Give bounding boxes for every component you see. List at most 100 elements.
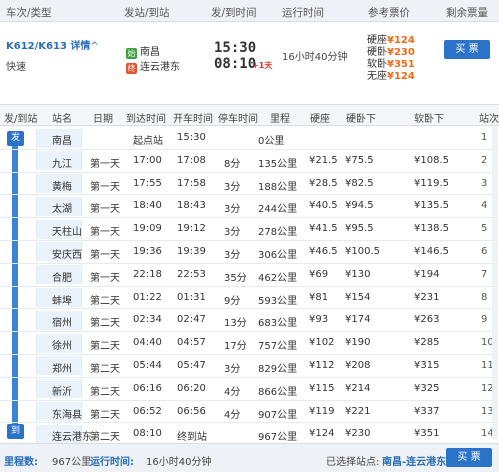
table-row[interactable]: 黄梅 第一天 17:55 17:58 3分 188公里 ¥28.5 ¥82.5 ¥119.5 3	[0, 173, 499, 196]
station-name[interactable]: 徐州	[52, 337, 72, 352]
soft-sleeper-price: ¥194	[414, 268, 440, 280]
table-row[interactable]: 宿州 第二天 02:34 02:47 13分 683公里 ¥93 ¥174 ¥263 9	[0, 309, 499, 333]
station-name[interactable]: 合肥	[52, 269, 72, 284]
distance: 866公里	[258, 386, 298, 398]
hard-seat-price: ¥28.5	[309, 177, 338, 189]
chevron-up-icon[interactable]: ^	[90, 41, 98, 52]
arrive-time: 05:44	[133, 359, 162, 371]
train-type: 快速	[6, 62, 26, 73]
arrive-time: 01:22	[133, 291, 162, 303]
arrive-time: 22:18	[133, 268, 162, 280]
station-name[interactable]: 安庆西	[52, 246, 82, 261]
stop-seq: 8	[481, 291, 488, 303]
train-number[interactable]: K612/K613 详情^	[6, 37, 99, 52]
hard-sleeper-price: ¥95.5	[345, 223, 374, 235]
distance: 907公里	[258, 409, 298, 421]
col-distance: 里程	[270, 114, 290, 125]
train-number-link[interactable]: K612/K613	[6, 41, 67, 52]
time-label: 运行时间:	[90, 457, 134, 468]
table-row[interactable]: 郑州 第二天 05:44 05:47 3分 829公里 ¥112 ¥208 ¥315 11	[0, 355, 499, 378]
table-row[interactable]: 东海县 第二天 06:52 06:56 4分 907公里 ¥119 ¥221 ¥337 13	[0, 401, 499, 424]
depart-time: 06:20	[177, 382, 206, 394]
station-name[interactable]: 黄梅	[52, 178, 72, 193]
soft-sleeper-price: ¥337	[414, 405, 440, 417]
col-station-name: 站名	[52, 114, 72, 125]
origin-station-name: 南昌	[140, 47, 160, 58]
soft-sleeper-price: ¥263	[414, 314, 440, 326]
depart-time: 17:58	[177, 177, 206, 189]
buy-ticket-button[interactable]: 买 票	[444, 40, 490, 59]
hard-seat-price: ¥112	[309, 359, 335, 371]
soft-sleeper-price: ¥146.5	[414, 245, 449, 257]
station-name[interactable]: 东海县	[52, 406, 82, 421]
col-ref-fare: 参考票价	[368, 7, 410, 19]
station-name[interactable]: 新沂	[52, 383, 72, 398]
soft-sleeper-price: ¥108.5	[414, 154, 449, 166]
table-row[interactable]: 南昌 起点站 15:30 0公里 1	[0, 127, 499, 150]
station-name[interactable]: 南昌	[52, 132, 72, 147]
table-row[interactable]: 九江 第一天 17:00 17:08 8分 135公里 ¥21.5 ¥75.5 ¥108.5 2	[0, 150, 499, 173]
table-row[interactable]: 太湖 第一天 18:40 18:43 3分 244公里 ¥40.5 ¥94.5 ¥135.5 4	[0, 195, 499, 219]
table-row[interactable]: 徐州 第二天 04:40 04:57 17分 757公里 ¥102 ¥190 ¥285 10	[0, 332, 499, 355]
arrive-time: 04:40	[133, 337, 162, 349]
hard-seat-price: ¥69	[309, 268, 329, 280]
fare-no-seat: 无座¥124	[367, 67, 415, 82]
hard-seat-price: ¥119	[309, 405, 335, 417]
hard-seat-price: ¥21.5	[309, 154, 338, 166]
table-row[interactable]: 新沂 第二天 06:16 06:20 4分 866公里 ¥115 ¥214 ¥325 12	[0, 378, 499, 401]
table-row[interactable]: 合肥 第一天 22:18 22:53 35分 462公里 ¥69 ¥130 ¥194 7	[0, 264, 499, 287]
scrollbar[interactable]	[492, 127, 498, 439]
hard-seat-price: ¥41.5	[309, 223, 338, 235]
col-from-to: 发站/到站	[124, 7, 170, 19]
stop-seq: 5	[481, 223, 488, 235]
depart-time: 22:53	[177, 268, 206, 280]
table-row[interactable]: 天柱山 第一天 19:09 19:12 3分 278公里 ¥41.5 ¥95.5 ¥138.5 5	[0, 218, 499, 241]
station-name[interactable]: 郑州	[52, 360, 72, 375]
stop-date: 第二天	[90, 386, 120, 398]
distance: 0公里	[258, 136, 285, 147]
distance-label: 里程数:	[4, 457, 38, 468]
distance: 593公里	[258, 295, 298, 307]
stop-date: 第一天	[90, 272, 120, 284]
arrive-time: 06:52	[133, 405, 162, 417]
arrive-time: 17:55	[133, 177, 162, 189]
depart-time: 02:47	[177, 314, 206, 326]
col-stop-seq: 站次	[479, 114, 499, 125]
col-soft-sleeper: 软卧下	[414, 114, 444, 125]
footer-buy-button[interactable]: 买 票	[446, 448, 492, 467]
table-row[interactable]: 安庆西 第一天 19:36 19:39 3分 306公里 ¥46.5 ¥100.5 ¥146.5…	[0, 241, 499, 264]
soft-sleeper-price: ¥231	[414, 291, 440, 303]
train-detail-link[interactable]: 详情	[70, 41, 90, 52]
station-name[interactable]: 蚌埠	[52, 292, 72, 307]
depart-time: 17:08	[177, 154, 206, 166]
stop-seq: 3	[481, 177, 488, 189]
end-station-icon: 终	[126, 63, 137, 74]
station-name[interactable]: 天柱山	[52, 223, 82, 238]
soft-sleeper-price: ¥315	[414, 359, 440, 371]
distance-value: 967公里	[52, 457, 92, 468]
stop-date: 第一天	[90, 181, 120, 193]
stop-duration: 35分	[224, 272, 247, 284]
stop-seq: 9	[481, 314, 488, 326]
col-date: 日期	[93, 114, 113, 125]
departure-time: 15:30	[214, 40, 257, 56]
arrive-time: 19:36	[133, 245, 162, 257]
hard-seat-price: ¥46.5	[309, 245, 338, 257]
stop-duration: 17分	[224, 341, 247, 353]
station-name[interactable]: 太湖	[52, 200, 72, 215]
col-train-type: 车次/类型	[6, 7, 52, 19]
fare-label: 无座	[367, 71, 387, 82]
station-name[interactable]: 宿州	[52, 314, 72, 329]
stop-duration: 8分	[224, 158, 241, 170]
stop-date: 第二天	[90, 409, 120, 421]
soft-sleeper-price: ¥119.5	[414, 177, 449, 189]
distance: 278公里	[258, 227, 298, 239]
station-name[interactable]: 连云港东	[52, 428, 92, 443]
distance: 188公里	[258, 181, 298, 193]
stop-date: 第二天	[90, 432, 120, 444]
stops-table-body: 南昌 起点站 15:30 0公里 1 九江 第一天 17:00 17:08 8分 135公里 ¥21.…	[0, 127, 499, 447]
hard-sleeper-price: ¥82.5	[345, 177, 374, 189]
table-row[interactable]: 蚌埠 第二天 01:22 01:31 9分 593公里 ¥81 ¥154 ¥231 8	[0, 287, 499, 310]
station-name[interactable]: 九江	[52, 155, 72, 170]
train-duration: 16小时40分钟	[282, 52, 348, 63]
